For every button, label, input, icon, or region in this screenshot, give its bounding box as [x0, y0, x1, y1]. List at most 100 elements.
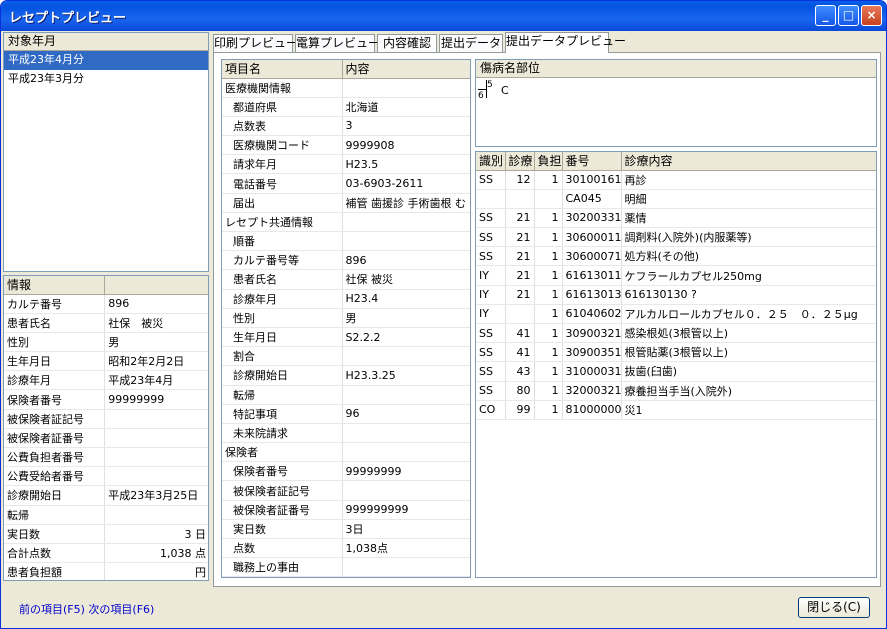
next-item-link[interactable]: 次の項目(F6)	[88, 603, 154, 616]
item-row[interactable]: 点数 1,038点	[222, 538, 470, 559]
detail-cell	[505, 189, 535, 209]
item-value: H23.5	[342, 154, 470, 175]
item-row[interactable]: 患者氏名 社保 被災	[222, 269, 470, 290]
close-window-button[interactable]: ×	[861, 5, 882, 26]
item-row[interactable]: 点数表 3	[222, 116, 470, 137]
tab-1[interactable]: 電算プレビュー	[295, 34, 380, 52]
item-row[interactable]: 届出 補管 歯援診 手術歯根 む	[222, 193, 470, 213]
nav-links: 前の項目(F5) 次の項目(F6)	[19, 601, 154, 617]
item-row[interactable]: 特記事項 96	[222, 404, 470, 424]
info-value: 平成23年3月25日	[104, 485, 208, 506]
detail-cell: 41	[505, 342, 535, 363]
detail-row[interactable]: IY211616130130616130130 ?	[476, 285, 876, 305]
item-row[interactable]: 診療年月 H23.4	[222, 289, 470, 309]
item-value: 9999908	[342, 135, 470, 156]
main-window: レセプトプレビュー _ □ × 対象年月 平成23年4月分 平成23年3月分 情報…	[0, 0, 887, 629]
item-name: 転帰	[222, 385, 343, 405]
item-row[interactable]: 順番	[222, 231, 470, 252]
detail-cell: 明細	[621, 189, 876, 209]
item-row[interactable]: カルテ番号等 896	[222, 250, 470, 271]
info-label: 性別	[4, 332, 106, 353]
detail-cell: 1	[534, 285, 563, 305]
detail-cell: 1	[534, 208, 563, 229]
close-button[interactable]: 閉じる(C)	[798, 597, 870, 618]
item-row[interactable]: 保険者番号 99999999	[222, 461, 470, 482]
item-row[interactable]: 保険者	[222, 442, 470, 463]
item-name: 診療開始日	[222, 365, 343, 386]
detail-cell: 616130130	[562, 285, 622, 305]
detail-row[interactable]: IY 1610406020アルカルロールカプセル０．２５ ０．２５μg	[476, 304, 876, 325]
prev-item-link[interactable]: 前の項目(F5)	[19, 603, 85, 616]
info-row: 被保険者証番号	[4, 428, 208, 449]
tab-2[interactable]: 内容確認	[377, 34, 437, 52]
detail-row[interactable]: CO991810000001災1	[476, 400, 876, 420]
item-row[interactable]: 実日数 3日	[222, 519, 470, 540]
item-row[interactable]: 請求年月 H23.5	[222, 154, 470, 175]
detail-cell: 616130110	[562, 265, 622, 286]
item-value	[342, 557, 470, 577]
detail-cell: 災1	[621, 400, 876, 420]
item-row[interactable]: 割合	[222, 346, 470, 367]
item-row[interactable]: 生年月日 S2.2.2	[222, 327, 470, 348]
info-label: 生年月日	[4, 351, 106, 372]
item-row[interactable]: 都道府県 北海道	[222, 97, 470, 117]
item-name: 保険者	[222, 442, 343, 463]
item-row[interactable]: 職務上の事由	[222, 557, 470, 577]
minimize-button[interactable]: _	[815, 5, 836, 26]
detail-cell: SS	[476, 227, 506, 248]
tab-3[interactable]: 提出データ	[439, 34, 503, 52]
detail-cell: 1	[534, 342, 563, 363]
detail-cell: 1	[534, 304, 563, 325]
item-row[interactable]: 医療機関コード 9999908	[222, 135, 470, 156]
info-row: 生年月日 昭和2年2月2日	[4, 351, 208, 372]
item-value	[342, 346, 470, 367]
item-name: 実日数	[222, 519, 343, 540]
item-row[interactable]: 被保険者証記号	[222, 480, 470, 501]
item-value: 896	[342, 250, 470, 271]
item-row[interactable]: 被保険者証番号 999999999	[222, 500, 470, 520]
item-value: 1,038点	[342, 538, 470, 559]
info-value	[104, 447, 208, 468]
detail-cell: IY	[476, 285, 506, 305]
item-row[interactable]: 転帰	[222, 385, 470, 405]
detail-row[interactable]: SS121301001610再診	[476, 170, 876, 190]
info-row: カルテ番号 896	[4, 294, 208, 314]
detail-row[interactable]: SS411309003510根管貼薬(3根管以上)	[476, 342, 876, 363]
info-row: 実日数 3 日	[4, 524, 208, 544]
diagnosis-text: C	[501, 84, 509, 97]
detail-row[interactable]: SS211306000110調剤料(入院外)(内服薬等)	[476, 227, 876, 248]
title-bar[interactable]: レセプトプレビュー _ □ ×	[1, 1, 886, 31]
detail-cell: 309003210	[562, 323, 622, 344]
tab-4[interactable]: 提出データプレビュー	[505, 32, 626, 53]
maximize-button[interactable]: □	[838, 5, 859, 26]
item-row[interactable]: 性別男	[222, 308, 470, 328]
detail-panel: 識別診療負担番号診療内容 SS121301001610再診CA045明細SS21…	[475, 151, 877, 578]
detail-row[interactable]: CA045 明細	[476, 189, 876, 209]
item-row[interactable]: 電話番号 03-6903-2611	[222, 173, 470, 194]
detail-row[interactable]: IY211616130110ケフラールカプセル250mg	[476, 265, 876, 286]
detail-cell: 610406020	[562, 304, 622, 325]
month-list-item[interactable]: 平成23年3月分	[4, 70, 208, 89]
detail-cell: 99	[505, 400, 535, 420]
item-name: 順番	[222, 231, 343, 252]
item-name: カルテ番号等	[222, 250, 343, 271]
item-row[interactable]: 医療機関情報	[222, 78, 470, 98]
item-value: 03-6903-2611	[342, 173, 470, 194]
detail-row[interactable]: SS431310000310抜歯(臼歯)	[476, 361, 876, 382]
info-value	[104, 505, 208, 525]
item-row[interactable]: 未来院請求	[222, 423, 470, 444]
item-row[interactable]: 診療開始日 H23.3.25	[222, 365, 470, 386]
detail-col-header: 識別	[476, 152, 506, 171]
detail-row[interactable]: SS211302003310薬情	[476, 208, 876, 229]
detail-row[interactable]: SS211306000710処方料(その他)	[476, 246, 876, 267]
info-label: 公費負担者番号	[4, 447, 106, 468]
detail-cell: IY	[476, 304, 506, 325]
month-list-item[interactable]: 平成23年4月分	[4, 51, 208, 70]
detail-cell: 302003310	[562, 208, 622, 229]
tab-0[interactable]: 印刷プレビュー	[213, 34, 298, 52]
item-row[interactable]: レセプト共通情報	[222, 212, 470, 233]
detail-row[interactable]: SS411309003210感染根処(3根管以上)	[476, 323, 876, 344]
item-col-name: 項目名	[222, 60, 343, 79]
detail-row[interactable]: SS801320003210療養担当手当(入院外)	[476, 381, 876, 401]
item-value: 999999999	[342, 500, 470, 520]
